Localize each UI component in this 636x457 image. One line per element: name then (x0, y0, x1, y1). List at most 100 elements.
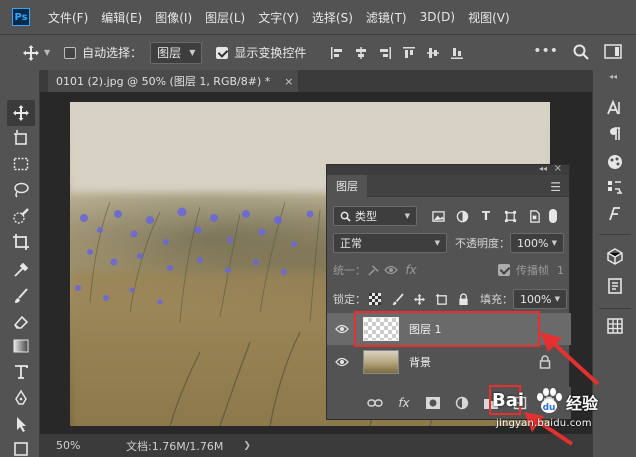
auto-select-target-dropdown[interactable]: 图层 ▼ (150, 41, 203, 64)
add-layer-style-icon[interactable]: fx (396, 395, 412, 411)
opacity-field[interactable]: 100% ▼ (510, 233, 564, 253)
search-icon (340, 211, 351, 222)
layers-panel-icon[interactable] (605, 316, 625, 336)
type-tool-button[interactable] (11, 362, 31, 382)
align-center-icon[interactable] (354, 46, 368, 60)
shape-tool-button[interactable] (11, 438, 31, 457)
properties-panel-icon[interactable] (605, 276, 625, 296)
filter-type-icon[interactable]: T (479, 209, 493, 223)
layer-row[interactable]: 背景 (327, 346, 571, 378)
menu-layer[interactable]: 图层(L) (205, 9, 245, 26)
status-bar: 50% 文档:1.76M/1.76M ❯ (40, 433, 592, 457)
menu-file[interactable]: 文件(F) (48, 9, 88, 26)
filter-type-dropdown[interactable]: 类型 ▼ (333, 206, 417, 226)
panel-title-strip: ◂◂ × (327, 163, 569, 175)
menu-filter[interactable]: 滤镜(T) (366, 9, 407, 26)
strip-divider (599, 308, 631, 309)
collapse-icon[interactable]: ◂◂ (539, 164, 547, 173)
filter-pixel-icon[interactable] (431, 209, 445, 223)
add-layer-mask-icon[interactable] (425, 395, 441, 411)
move-tool-button[interactable] (7, 100, 35, 126)
lasso-tool-button[interactable] (11, 180, 31, 200)
layer-name[interactable]: 背景 (409, 354, 431, 370)
document-tab[interactable]: 0101 (2).jpg @ 50% (图层 1, RGB/8#) * × (48, 70, 298, 92)
unify-style-icon[interactable]: fx (404, 263, 418, 277)
fill-field[interactable]: 100% ▼ (513, 289, 567, 309)
unify-position-icon[interactable] (366, 263, 380, 277)
glyphs-panel-icon[interactable] (605, 204, 625, 224)
lock-transparent-icon[interactable] (368, 292, 382, 306)
more-options-icon[interactable]: ••• (533, 43, 558, 64)
gradient-tool-button[interactable] (11, 336, 31, 356)
opacity-value: 100% (517, 236, 549, 250)
link-layers-icon[interactable] (367, 395, 383, 411)
menu-select[interactable]: 选择(S) (312, 9, 353, 26)
filter-smart-object-icon[interactable] (527, 209, 541, 223)
highlight-box-new-layer (489, 385, 521, 415)
marquee-tool-button[interactable] (11, 154, 31, 174)
collapse-panels-icon[interactable]: ◂◂ (609, 72, 617, 81)
auto-select-checkbox[interactable] (64, 46, 77, 59)
character-panel-icon[interactable] (605, 98, 625, 118)
eraser-tool-button[interactable] (11, 312, 31, 332)
rectangle-shape-icon (14, 442, 28, 456)
paragraph-panel-icon[interactable] (605, 124, 625, 144)
tool-preset-caret-icon[interactable]: ▼ (44, 48, 50, 57)
chevron-right-icon[interactable]: ❯ (243, 441, 251, 451)
propagate-frame-checkbox[interactable] (498, 264, 510, 276)
artboard-tool-button[interactable] (11, 128, 31, 148)
menu-view[interactable]: 视图(V) (468, 9, 510, 26)
eye-icon[interactable] (335, 357, 349, 367)
fill-label: 填充： (480, 293, 513, 306)
path-select-tool-button[interactable] (11, 414, 31, 434)
unify-label: 统一： (333, 264, 366, 277)
align-top-icon[interactable] (402, 46, 416, 60)
new-adjustment-layer-icon[interactable] (454, 395, 470, 411)
align-bottom-icon[interactable] (450, 46, 464, 60)
fill-value: 100% (520, 292, 552, 306)
align-left-icon[interactable] (330, 46, 344, 60)
align-middle-icon[interactable] (426, 46, 440, 60)
3d-panel-icon[interactable] (605, 246, 625, 266)
filter-adjustment-icon[interactable] (455, 209, 469, 223)
zoom-level[interactable]: 50% (56, 439, 126, 452)
lock-pixels-icon[interactable] (390, 292, 404, 306)
pen-icon (15, 389, 27, 405)
history-panel-icon[interactable] (605, 178, 625, 198)
crop-tool-button[interactable] (11, 232, 31, 252)
search-icon[interactable] (572, 43, 590, 64)
eye-icon[interactable] (335, 324, 349, 334)
blend-mode-dropdown[interactable]: 正常 ▼ (333, 233, 447, 253)
menu-type[interactable]: 文字(Y) (258, 9, 299, 26)
brush-tool-button[interactable] (11, 286, 31, 306)
close-icon[interactable]: × (284, 75, 293, 88)
panel-menu-icon[interactable]: ☰ (550, 180, 561, 194)
eyedropper-tool-button[interactable] (11, 260, 31, 280)
lock-all-icon[interactable] (456, 292, 470, 306)
unify-visibility-icon[interactable] (384, 263, 398, 277)
strip-divider (599, 234, 631, 235)
swatches-panel-icon[interactable] (605, 152, 625, 172)
propagate-frame-label: 传播帧 (516, 264, 549, 277)
lock-position-icon[interactable] (412, 292, 426, 306)
move-tool-icon[interactable] (22, 44, 40, 62)
show-transform-checkbox[interactable] (216, 46, 229, 59)
menu-3d[interactable]: 3D(D) (420, 10, 455, 24)
pen-tool-button[interactable] (11, 388, 31, 408)
tab-layers[interactable]: 图层 (327, 175, 367, 197)
menu-image[interactable]: 图像(I) (155, 9, 192, 26)
lock-artboard-icon[interactable] (434, 292, 448, 306)
filter-toggle-icon[interactable] (549, 209, 557, 223)
delete-layer-icon[interactable] (541, 395, 557, 411)
document-size: 文档:1.76M/1.76M (126, 439, 224, 453)
photoshop-logo[interactable]: Ps (12, 8, 30, 26)
filter-shape-icon[interactable] (503, 209, 517, 223)
quick-select-tool-button[interactable] (11, 206, 31, 226)
menu-edit[interactable]: 编辑(E) (101, 9, 142, 26)
close-panel-icon[interactable]: × (554, 163, 562, 174)
align-right-icon[interactable] (378, 46, 392, 60)
workspace-icon[interactable] (604, 43, 624, 64)
lock-label: 锁定： (333, 293, 366, 306)
options-bar: ▼ 自动选择： 图层 ▼ 显示变换控件 ••• (0, 34, 636, 70)
layer-thumbnail[interactable] (363, 350, 399, 374)
